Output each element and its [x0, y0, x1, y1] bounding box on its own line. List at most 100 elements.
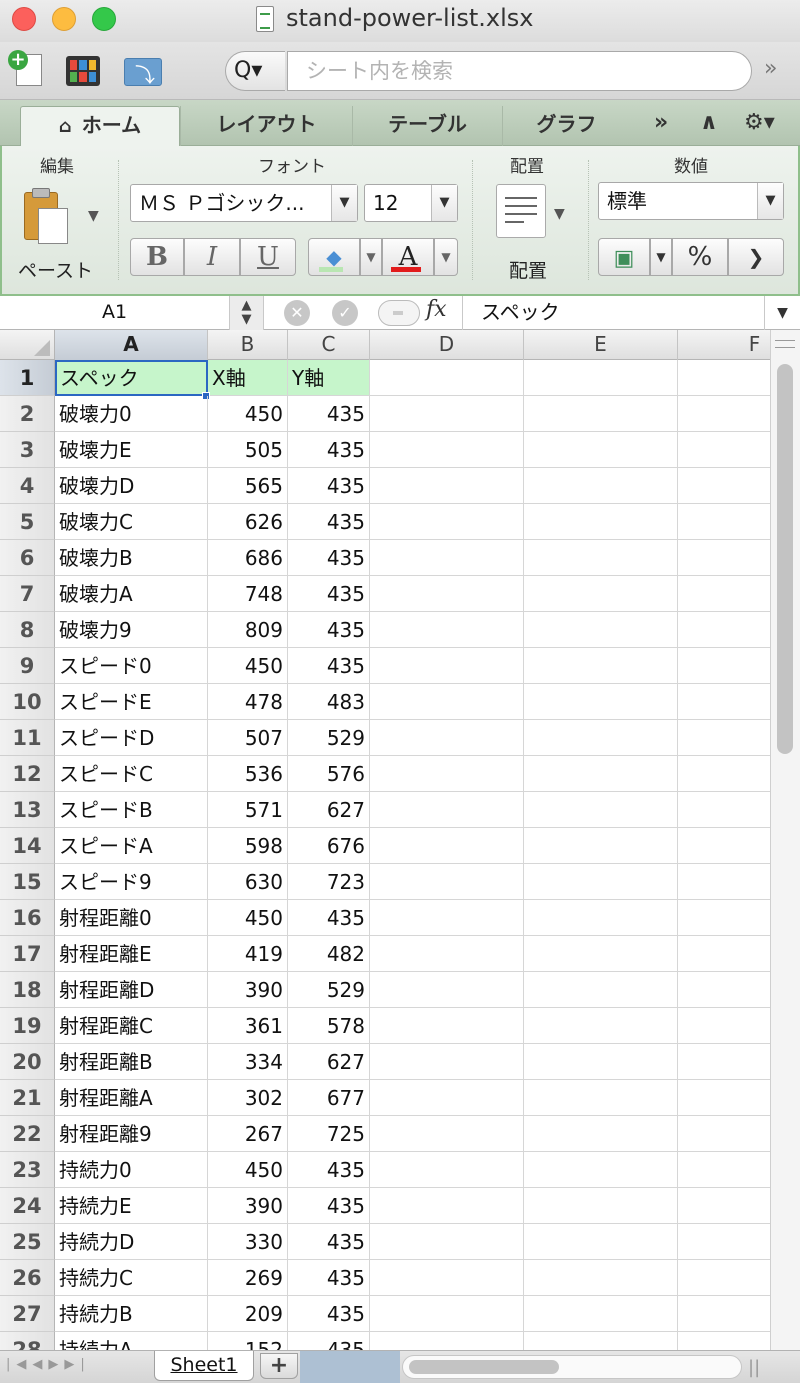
- row-header[interactable]: 5: [0, 504, 55, 540]
- grid-cell-d16[interactable]: [370, 900, 524, 936]
- sheet-search-input[interactable]: [287, 51, 752, 91]
- grid-cell-c18[interactable]: 529: [288, 972, 370, 1008]
- row-header[interactable]: 26: [0, 1260, 55, 1296]
- row-header[interactable]: 7: [0, 576, 55, 612]
- grid-cell-f7[interactable]: [678, 576, 770, 612]
- grid-cell-e18[interactable]: [524, 972, 678, 1008]
- formula-input[interactable]: スペック: [462, 296, 762, 330]
- grid-cell-a3[interactable]: 破壊力E: [55, 432, 208, 468]
- grid-cell-d20[interactable]: [370, 1044, 524, 1080]
- column-header-f[interactable]: F: [678, 330, 770, 360]
- grid-cell-a21[interactable]: 射程距離A: [55, 1080, 208, 1116]
- vertical-scroll-thumb[interactable]: [777, 364, 793, 754]
- worksheet-grid[interactable]: A B C D E F 1 スペック X軸 Y軸 2 破壊力0 450 435 3 破壊力E 505…: [0, 330, 770, 1350]
- grid-cell-e28[interactable]: [524, 1332, 678, 1350]
- grid-cell-f6[interactable]: [678, 540, 770, 576]
- italic-button[interactable]: I: [184, 238, 240, 276]
- grid-cell-d23[interactable]: [370, 1152, 524, 1188]
- grid-cell-b23[interactable]: 450: [208, 1152, 288, 1188]
- grid-cell-b21[interactable]: 302: [208, 1080, 288, 1116]
- grid-cell-a26[interactable]: 持続力C: [55, 1260, 208, 1296]
- grid-cell-b11[interactable]: 507: [208, 720, 288, 756]
- row-header[interactable]: 23: [0, 1152, 55, 1188]
- grid-cell-f23[interactable]: [678, 1152, 770, 1188]
- grid-cell-a18[interactable]: 射程距離D: [55, 972, 208, 1008]
- font-name-select[interactable]: ＭＳ Ｐゴシック... ▼: [130, 184, 358, 222]
- grid-cell-c24[interactable]: 435: [288, 1188, 370, 1224]
- grid-cell-d8[interactable]: [370, 612, 524, 648]
- grid-cell-b24[interactable]: 390: [208, 1188, 288, 1224]
- tab-table[interactable]: テーブル: [352, 106, 502, 146]
- grid-cell-d17[interactable]: [370, 936, 524, 972]
- grid-cell-d24[interactable]: [370, 1188, 524, 1224]
- horizontal-scroll-thumb[interactable]: [409, 1360, 559, 1374]
- open-button[interactable]: [122, 50, 162, 90]
- row-header[interactable]: 28: [0, 1332, 55, 1350]
- row-header[interactable]: 18: [0, 972, 55, 1008]
- grid-cell-b17[interactable]: 419: [208, 936, 288, 972]
- grid-cell-c4[interactable]: 435: [288, 468, 370, 504]
- grid-cell-c3[interactable]: 435: [288, 432, 370, 468]
- grid-cell-b16[interactable]: 450: [208, 900, 288, 936]
- row-header[interactable]: 24: [0, 1188, 55, 1224]
- row-header[interactable]: 17: [0, 936, 55, 972]
- grid-cell-f8[interactable]: [678, 612, 770, 648]
- close-window-button[interactable]: [12, 7, 36, 31]
- row-header[interactable]: 12: [0, 756, 55, 792]
- grid-cell-d5[interactable]: [370, 504, 524, 540]
- grid-cell-d19[interactable]: [370, 1008, 524, 1044]
- grid-cell-d25[interactable]: [370, 1224, 524, 1260]
- grid-cell-f15[interactable]: [678, 864, 770, 900]
- row-header[interactable]: 20: [0, 1044, 55, 1080]
- template-gallery-button[interactable]: [64, 50, 104, 90]
- grid-cell-a2[interactable]: 破壊力0: [55, 396, 208, 432]
- row-header[interactable]: 4: [0, 468, 55, 504]
- ribbon-collapse-icon[interactable]: ∧: [700, 110, 718, 135]
- grid-cell-e25[interactable]: [524, 1224, 678, 1260]
- grid-cell-d13[interactable]: [370, 792, 524, 828]
- grid-cell-b8[interactable]: 809: [208, 612, 288, 648]
- grid-cell-f2[interactable]: [678, 396, 770, 432]
- grid-cell-e7[interactable]: [524, 576, 678, 612]
- grid-cell-a7[interactable]: 破壊力A: [55, 576, 208, 612]
- grid-cell-d11[interactable]: [370, 720, 524, 756]
- grid-cell-c12[interactable]: 576: [288, 756, 370, 792]
- select-all-corner[interactable]: [0, 330, 55, 360]
- grid-cell-c10[interactable]: 483: [288, 684, 370, 720]
- grid-cell-c28[interactable]: 435: [288, 1332, 370, 1350]
- bold-button[interactable]: B: [130, 238, 184, 276]
- formula-toggle[interactable]: [378, 300, 420, 326]
- grid-cell-f5[interactable]: [678, 504, 770, 540]
- grid-cell-e24[interactable]: [524, 1188, 678, 1224]
- row-header[interactable]: 6: [0, 540, 55, 576]
- grid-cell-e27[interactable]: [524, 1296, 678, 1332]
- tab-chart[interactable]: グラフ: [502, 106, 630, 146]
- grid-cell-a22[interactable]: 射程距離9: [55, 1116, 208, 1152]
- grid-cell-e11[interactable]: [524, 720, 678, 756]
- grid-cell-f11[interactable]: [678, 720, 770, 756]
- grid-cell-a17[interactable]: 射程距離E: [55, 936, 208, 972]
- cancel-entry-icon[interactable]: ✕: [284, 300, 310, 326]
- grid-cell-a1[interactable]: スペック: [55, 360, 208, 396]
- grid-cell-b13[interactable]: 571: [208, 792, 288, 828]
- grid-cell-a20[interactable]: 射程距離B: [55, 1044, 208, 1080]
- grid-cell-b10[interactable]: 478: [208, 684, 288, 720]
- grid-cell-b18[interactable]: 390: [208, 972, 288, 1008]
- grid-cell-d21[interactable]: [370, 1080, 524, 1116]
- grid-cell-b20[interactable]: 334: [208, 1044, 288, 1080]
- grid-cell-c19[interactable]: 578: [288, 1008, 370, 1044]
- grid-cell-e15[interactable]: [524, 864, 678, 900]
- grid-cell-d9[interactable]: [370, 648, 524, 684]
- grid-cell-b28[interactable]: 152: [208, 1332, 288, 1350]
- grid-cell-d7[interactable]: [370, 576, 524, 612]
- grid-cell-c23[interactable]: 435: [288, 1152, 370, 1188]
- grid-cell-e17[interactable]: [524, 936, 678, 972]
- grid-cell-c6[interactable]: 435: [288, 540, 370, 576]
- tab-layout[interactable]: レイアウト: [180, 106, 352, 146]
- column-header-e[interactable]: E: [524, 330, 678, 360]
- currency-format-button[interactable]: ▣: [598, 238, 650, 276]
- grid-cell-c2[interactable]: 435: [288, 396, 370, 432]
- grid-cell-c22[interactable]: 725: [288, 1116, 370, 1152]
- grid-cell-d1[interactable]: [370, 360, 524, 396]
- grid-cell-f24[interactable]: [678, 1188, 770, 1224]
